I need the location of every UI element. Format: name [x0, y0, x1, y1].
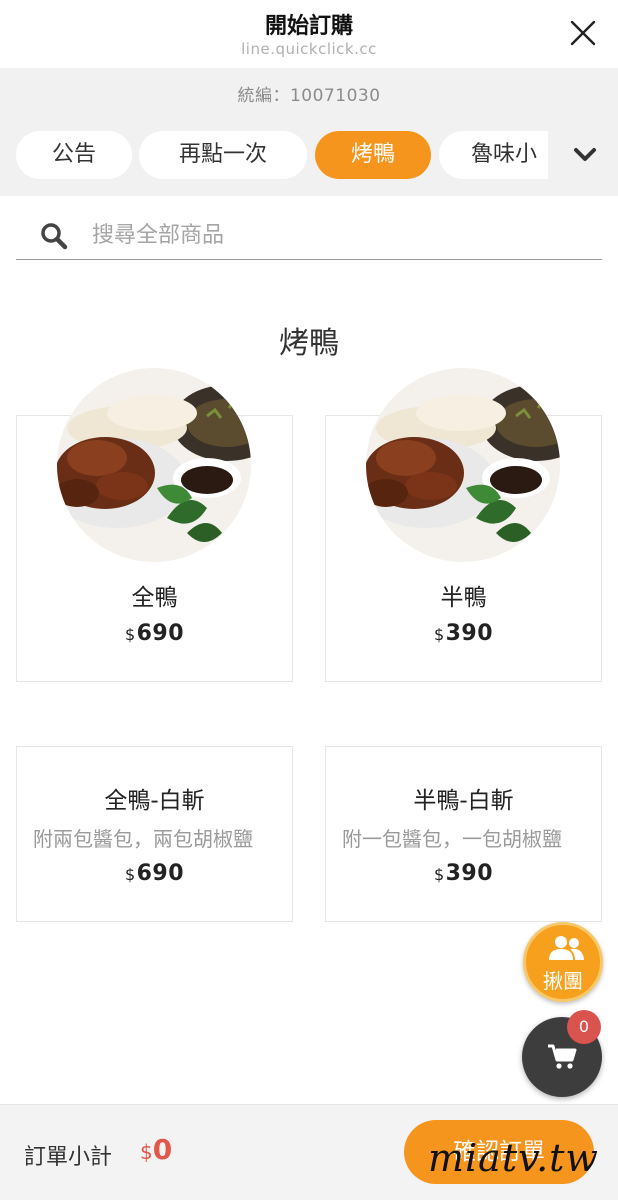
cart-count-badge: 0	[567, 1010, 601, 1044]
product-name: 半鴨	[440, 585, 487, 611]
tab-reorder[interactable]: 再點一次	[139, 131, 307, 179]
product-price: $390	[326, 861, 601, 886]
currency-symbol: $	[433, 865, 445, 884]
product-price: $690	[17, 621, 292, 646]
product-card-whole-duck-white[interactable]: 全鴨-白斬 附兩包醬包，兩包胡椒鹽 $690	[16, 746, 293, 922]
section-title: 烤鴨	[279, 326, 339, 361]
product-image	[366, 368, 560, 562]
product-image	[57, 368, 251, 562]
price-value: 690	[136, 621, 185, 646]
product-description: 附一包醬包，一包胡椒鹽	[342, 827, 562, 851]
group-order-button[interactable]: 揪團	[523, 922, 603, 1002]
top-header: 開始訂購 line.quickclick.cc	[0, 0, 618, 68]
group-icon	[549, 936, 584, 960]
site-url: line.quickclick.cc	[241, 40, 377, 58]
currency-symbol: $	[140, 1140, 153, 1164]
currency-symbol: $	[124, 865, 136, 884]
product-name: 半鴨-白斬	[413, 788, 514, 814]
subtotal-amount: $0	[140, 1133, 172, 1166]
product-name: 全鴨	[131, 585, 178, 611]
subtotal-label: 訂單小計	[24, 1145, 113, 1170]
tax-id: 統編：10071030	[237, 86, 381, 106]
product-price: $390	[326, 621, 601, 646]
close-icon[interactable]	[570, 20, 596, 46]
tab-roast-duck[interactable]: 烤鴨	[315, 131, 431, 179]
product-description: 附兩包醬包，兩包胡椒鹽	[33, 827, 253, 851]
search-input[interactable]	[92, 218, 572, 252]
watermark: miatv.tw	[428, 1136, 599, 1180]
page-title: 開始訂購	[264, 14, 353, 39]
product-card-whole-duck[interactable]: 全鴨 $690	[16, 368, 293, 682]
group-order-label: 揪團	[543, 969, 583, 993]
product-card-half-duck[interactable]: 半鴨 $390	[325, 368, 602, 682]
chevron-down-icon[interactable]	[572, 144, 598, 166]
category-bar: 統編：10071030 公告 再點一次 烤鴨 魯味小	[0, 68, 618, 196]
price-value: 690	[136, 861, 185, 886]
category-tabs: 公告 再點一次 烤鴨 魯味小	[16, 131, 548, 179]
tab-braised-snacks[interactable]: 魯味小	[439, 131, 548, 179]
cart-icon	[548, 1044, 577, 1069]
currency-symbol: $	[124, 625, 136, 644]
price-value: 390	[445, 861, 494, 886]
subtotal-value: 0	[152, 1133, 173, 1166]
product-card-half-duck-white[interactable]: 半鴨-白斬 附一包醬包，一包胡椒鹽 $390	[325, 746, 602, 922]
price-value: 390	[445, 621, 494, 646]
currency-symbol: $	[433, 625, 445, 644]
search-icon	[40, 222, 68, 250]
tab-announcement[interactable]: 公告	[16, 131, 132, 179]
product-price: $690	[17, 861, 292, 886]
search-bar	[16, 210, 602, 260]
product-name: 全鴨-白斬	[104, 788, 205, 814]
